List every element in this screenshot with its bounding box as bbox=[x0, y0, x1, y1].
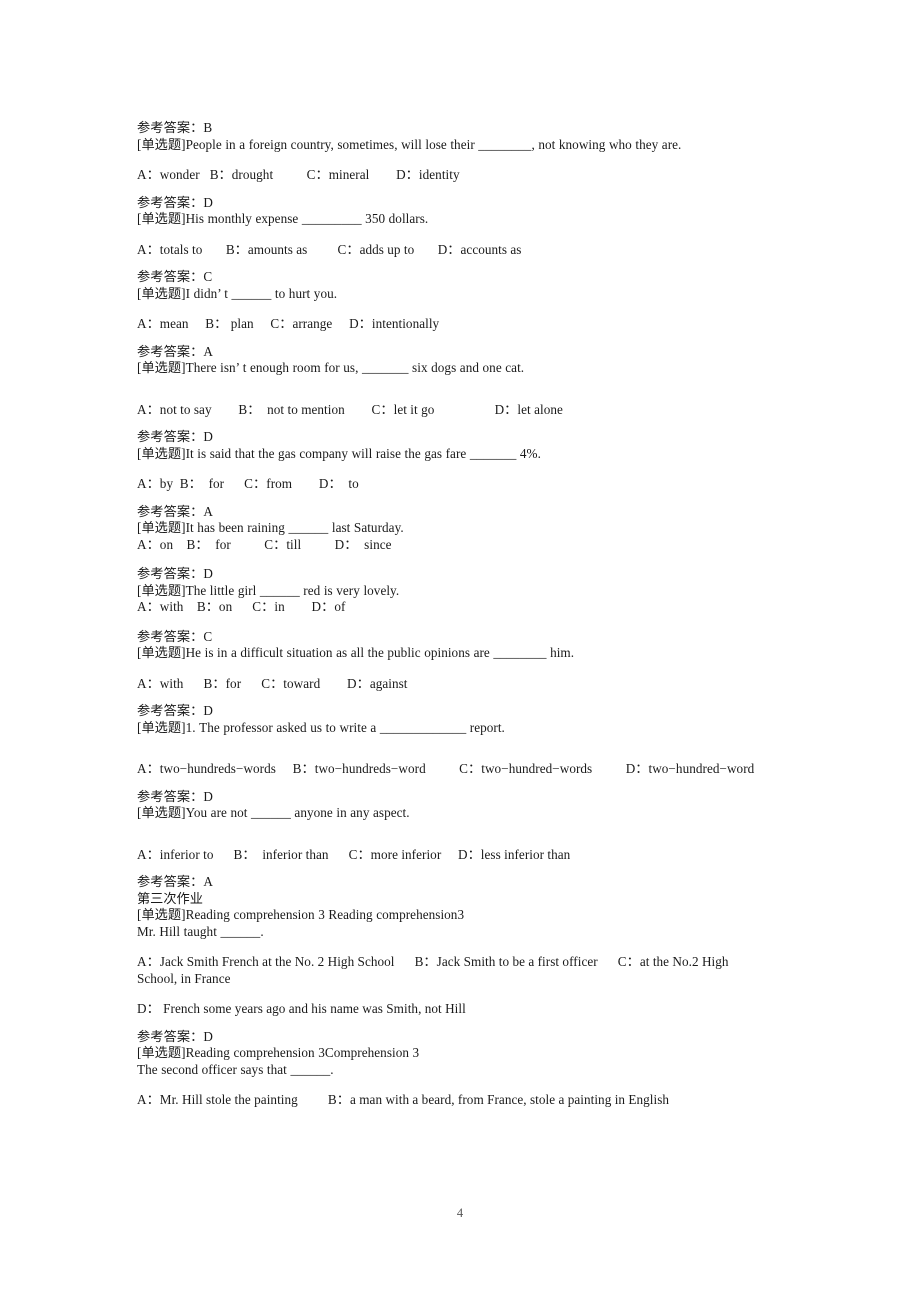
section-heading: 第三次作业 bbox=[137, 890, 203, 906]
question-block: 参考答案：D [单选题]His monthly expense ________… bbox=[137, 195, 762, 259]
question-options: A：Mr. Hill stole the painting B：a man wi… bbox=[137, 1092, 670, 1107]
reference-answer: 参考答案：A bbox=[137, 503, 214, 519]
document-body: 参考答案：B [单选题]People in a foreign country,… bbox=[137, 120, 762, 1120]
question-stem: [单选题]The little girl ______ red is very … bbox=[137, 582, 400, 598]
question-block: 参考答案：D [单选题]It is said that the gas comp… bbox=[137, 429, 762, 493]
question-stem: [单选题]I didn’ t ______ to hurt you. bbox=[137, 285, 338, 301]
reference-answer: 参考答案：D bbox=[137, 788, 214, 804]
question-stem: [单选题]There isn’ t enough room for us, __… bbox=[137, 360, 525, 375]
question-options: A：mean B： plan C：arrange D：intentionally bbox=[137, 316, 440, 331]
question-block: 参考答案：C [单选题]I didn’ t ______ to hurt you… bbox=[137, 269, 762, 333]
reference-answer: 参考答案：C bbox=[137, 628, 213, 644]
question-options: A：inferior to B： inferior than C：more in… bbox=[137, 846, 571, 862]
reference-answer: 参考答案：A bbox=[137, 874, 214, 889]
question-options: A：totals to B：amounts as C：adds up to D：… bbox=[137, 241, 522, 257]
reference-answer: 参考答案：B bbox=[137, 120, 213, 135]
question-options: A：on B： for C：till D： since bbox=[137, 536, 392, 552]
question-stem: [单选题]His monthly expense _________ 350 d… bbox=[137, 211, 429, 226]
question-stem: [单选题]1. The professor asked us to write … bbox=[137, 719, 505, 735]
question-stem: [单选题]Reading comprehension 3 Reading com… bbox=[137, 907, 465, 939]
question-options: A：with B：for C：toward D：against bbox=[137, 675, 408, 691]
question-stem: [单选题]It has been raining ______ last Sat… bbox=[137, 520, 404, 535]
question-options-extra: D： French some years ago and his name wa… bbox=[137, 1001, 466, 1016]
reference-answer: 参考答案：D bbox=[137, 566, 214, 581]
reference-answer: 参考答案：C bbox=[137, 269, 213, 284]
question-block: 参考答案：B [单选题]People in a foreign country,… bbox=[137, 120, 762, 184]
page-number: 4 bbox=[456, 1206, 464, 1220]
question-options: A：Jack Smith French at the No. 2 High Sc… bbox=[137, 954, 732, 986]
question-block: 参考答案：D [单选题]1. The professor asked us to… bbox=[137, 703, 762, 778]
question-block: 参考答案：D [单选题]The little girl ______ red i… bbox=[137, 566, 762, 616]
reference-answer: 参考答案：D bbox=[137, 703, 214, 718]
question-options: A：wonder B：drought C：mineral D：identity bbox=[137, 167, 460, 182]
reference-answer: 参考答案：D bbox=[137, 194, 214, 210]
question-options: A：by B： for C：from D： to bbox=[137, 476, 359, 491]
question-stem: [单选题]You are not ______ anyone in any as… bbox=[137, 805, 410, 820]
question-stem: [单选题]Reading comprehension 3Comprehensio… bbox=[137, 1045, 420, 1077]
question-block: 参考答案：C [单选题]He is in a difficult situati… bbox=[137, 629, 762, 693]
question-block: 参考答案：A [单选题]It has been raining ______ l… bbox=[137, 504, 762, 554]
question-block: 参考答案：A [单选题]There isn’ t enough room for… bbox=[137, 344, 762, 419]
question-stem: [单选题]He is in a difficult situation as a… bbox=[137, 645, 575, 660]
question-block: 参考答案：D [单选题]You are not ______ anyone in… bbox=[137, 789, 762, 864]
question-block: 参考答案：A 第三次作业 [单选题]Reading comprehension … bbox=[137, 874, 762, 1018]
reference-answer: 参考答案：D bbox=[137, 429, 214, 444]
question-options: A：with B：on C：in D：of bbox=[137, 599, 346, 614]
question-stem: [单选题]People in a foreign country, someti… bbox=[137, 136, 682, 152]
document-page: 参考答案：B [单选题]People in a foreign country,… bbox=[0, 0, 920, 1302]
question-block: 参考答案：D [单选题]Reading comprehension 3Compr… bbox=[137, 1029, 762, 1109]
reference-answer: 参考答案：A bbox=[137, 343, 214, 359]
reference-answer: 参考答案：D bbox=[137, 1028, 214, 1044]
question-options: A：not to say B： not to mention C：let it … bbox=[137, 401, 563, 417]
question-options: A：two−hundreds−words B：two−hundreds−word… bbox=[137, 761, 755, 776]
question-stem: [单选题]It is said that the gas company wil… bbox=[137, 445, 541, 461]
